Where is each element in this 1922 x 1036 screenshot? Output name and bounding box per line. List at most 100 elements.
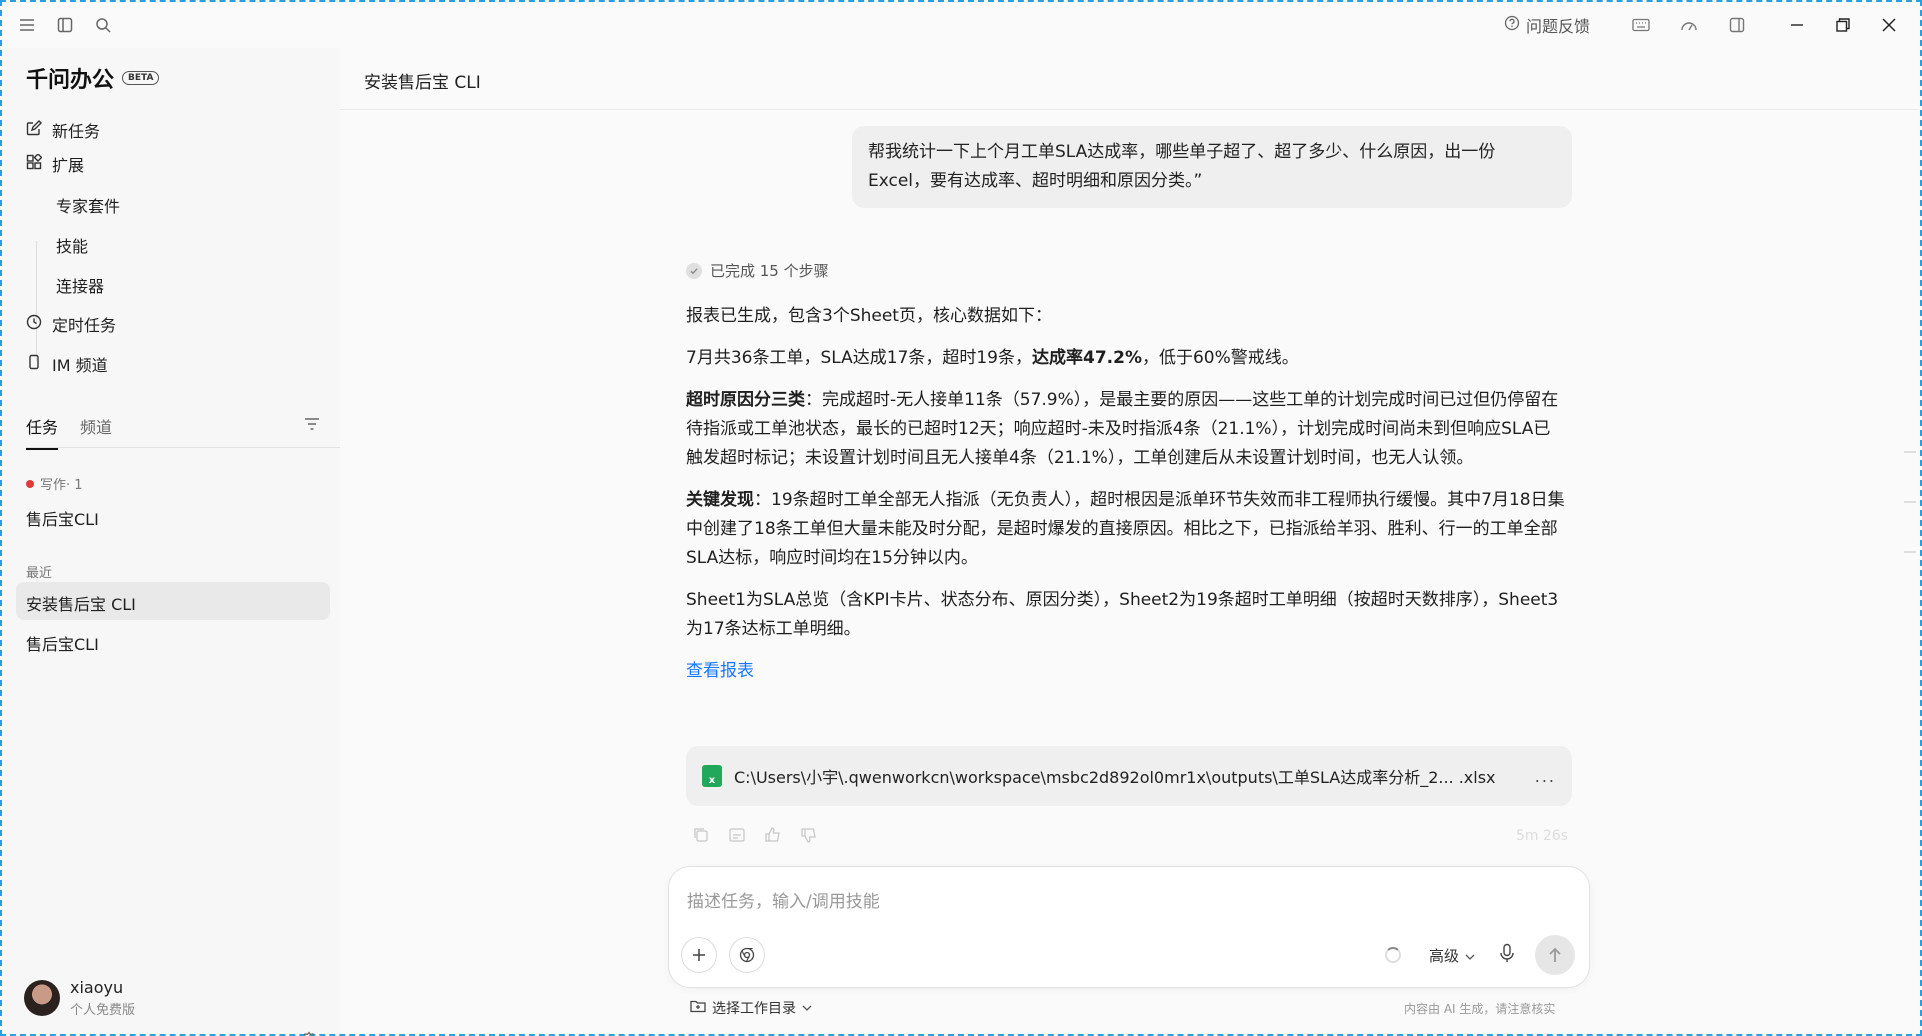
file-attachment[interactable]: x C:\Users\小宇\.qwenworkcn\workspace\msbc… (686, 746, 1572, 806)
restore-icon[interactable] (1820, 12, 1866, 38)
answer-paragraph: Sheet1为SLA总览（含KPI卡片、状态分布、原因分类），Sheet2为19… (686, 590, 1559, 639)
group-recent: 最近 (26, 562, 52, 581)
group-writing-label: 写作· 1 (40, 478, 83, 493)
thumbs-up-icon[interactable] (764, 826, 782, 848)
file-more-button[interactable]: ... (1535, 767, 1556, 786)
scroll-markers (1902, 442, 1918, 566)
answer-text: ，低于60%警戒线。 (1141, 348, 1299, 368)
model-level-label: 高级 (1429, 947, 1460, 965)
microphone-icon[interactable] (1499, 943, 1515, 967)
excel-file-icon: x (702, 765, 722, 787)
send-button[interactable] (1535, 935, 1575, 975)
answer-paragraph: 关键发现：19条超时工单全部无人指派（无负责人），超时根因是派单环节失效而非工程… (686, 486, 1566, 573)
ai-disclaimer: 内容由 AI 生成，请注意核实 (1404, 1002, 1556, 1016)
workdir-label: 选择工作目录 (712, 1001, 796, 1017)
file-path: C:\Users\小宇\.qwenworkcn\workspace\msbc2d… (734, 768, 1496, 787)
layout-icon[interactable] (1726, 14, 1748, 36)
title-bar-right: 问题反馈 (1504, 12, 1912, 38)
list-item[interactable]: 售后宝CLI (26, 631, 99, 655)
brand: 千问办公 BETA (26, 62, 160, 94)
task-input[interactable]: 描述任务，输入/调用技能 (687, 887, 880, 912)
clock-icon (26, 314, 42, 334)
scheduled-label: 定时任务 (52, 316, 117, 335)
share-icon[interactable] (728, 826, 746, 848)
elapsed-time: 5m 26s (1516, 828, 1569, 844)
menu-icon[interactable] (16, 14, 38, 36)
minimize-icon[interactable] (1774, 12, 1820, 38)
tabs-divider (26, 447, 340, 448)
answer-text: 7月共36条工单，SLA达成17条，超时19条， (686, 348, 1032, 368)
sidebar-item-skills[interactable]: 技能 (56, 233, 88, 257)
keyboard-icon[interactable] (1630, 14, 1652, 36)
view-report-link[interactable]: 查看报表 (686, 661, 754, 681)
browser-icon[interactable] (729, 937, 765, 973)
copy-icon[interactable] (692, 826, 710, 848)
loading-spinner-icon (1385, 947, 1401, 963)
steps-label: 已完成 15 个步骤 (710, 262, 829, 280)
sidebar-item-expert-kit[interactable]: 专家套件 (56, 193, 120, 217)
workdir-select[interactable]: 选择工作目录 (690, 998, 812, 1018)
model-level-select[interactable]: 高级 (1429, 945, 1475, 966)
feedback-button[interactable]: 问题反馈 (1504, 13, 1590, 37)
tab-channels[interactable]: 频道 (80, 414, 112, 450)
answer-text: ：19条超时工单全部无人指派（无负责人），超时根因是派单环节失效而非工程师执行缓… (686, 490, 1565, 568)
extend-label: 扩展 (52, 156, 85, 175)
chevron-down-icon (802, 1000, 812, 1016)
avatar (24, 980, 60, 1016)
answer-paragraph: 7月共36条工单，SLA达成17条，超时19条，达成率47.2%，低于60%警戒… (686, 344, 1566, 373)
new-task-label: 新任务 (52, 122, 101, 141)
assistant-answer: 报表已生成，包含3个Sheet页，核心数据如下： 7月共36条工单，SLA达成1… (686, 302, 1566, 699)
add-button[interactable] (681, 937, 717, 973)
answer-bold: 超时原因分三类 (686, 390, 805, 410)
main-header: 安装售后宝 CLI (340, 48, 1918, 110)
thumbs-down-icon[interactable] (800, 826, 818, 848)
sidebar-toggle-icon[interactable] (54, 14, 76, 36)
list-item[interactable]: 售后宝CLI (26, 506, 99, 530)
tab-tasks[interactable]: 任务 (26, 414, 59, 450)
speed-icon[interactable] (1678, 14, 1700, 36)
answer-bold: 关键发现 (686, 490, 754, 510)
edit-icon (26, 120, 42, 140)
excel-icon-letter: x (708, 775, 716, 786)
user-message: 帮我统计一下上个月工单SLA达成率，哪些单子超了、超了多少、什么原因，出一份Ex… (852, 126, 1572, 208)
sidebar-tabs: 任务 频道 (26, 414, 112, 450)
search-icon[interactable] (92, 14, 114, 36)
answer-paragraph: 报表已生成，包含3个Sheet页，核心数据如下： (686, 306, 1052, 326)
extensions-icon (26, 152, 43, 174)
extend-button[interactable]: 扩展 (26, 152, 84, 176)
answer-paragraph: 超时原因分三类：完成超时-无人接单11条（57.9%），是最主要的原因——这些工… (686, 386, 1566, 473)
steps-toggle[interactable]: 已完成 15 个步骤 (686, 260, 829, 281)
user-plan: 个人免费版 (70, 1003, 136, 1018)
chevron-down-icon (1465, 947, 1475, 965)
status-dot (26, 479, 34, 488)
list-item-active[interactable]: 安装售后宝 CLI (26, 591, 136, 615)
beta-badge: BETA (122, 71, 160, 85)
folder-icon (690, 999, 706, 1017)
message-actions (692, 826, 818, 848)
feedback-label: 问题反馈 (1525, 17, 1590, 36)
scheduled-tasks-button[interactable]: 定时任务 (26, 312, 116, 336)
im-channel-label: IM 频道 (52, 356, 108, 375)
question-icon (1504, 15, 1520, 35)
group-writing: 写作· 1 (26, 474, 83, 493)
filter-icon[interactable] (304, 416, 320, 435)
close-icon[interactable] (1866, 12, 1912, 38)
brand-name: 千问办公 (26, 68, 115, 93)
subnav-guide (36, 241, 37, 361)
answer-text: ：完成超时-无人接单11条（57.9%），是最主要的原因——这些工单的计划完成时… (686, 390, 1559, 468)
sidebar: 千问办公 BETA 新任务 扩展 专家套件 技能 连接器 定时任务 IM 频道 … (4, 48, 340, 1036)
new-task-button[interactable]: 新任务 (26, 118, 100, 142)
title-bar: 问题反馈 (2, 2, 1920, 48)
composer[interactable]: 描述任务，输入/调用技能 高级 (668, 866, 1590, 988)
title-bar-left (16, 14, 114, 36)
sidebar-item-connectors[interactable]: 连接器 (56, 273, 104, 297)
answer-bold: 达成率47.2% (1032, 348, 1142, 368)
gear-icon[interactable] (300, 1031, 318, 1036)
group-recent-label: 最近 (26, 566, 53, 581)
phone-icon (26, 354, 42, 374)
user-name: xiaoyu (70, 978, 124, 997)
user-profile[interactable]: xiaoyu 个人免费版 (24, 978, 135, 1018)
im-channel-button[interactable]: IM 频道 (26, 352, 108, 376)
page-title: 安装售后宝 CLI (364, 73, 481, 93)
check-icon (686, 262, 702, 279)
